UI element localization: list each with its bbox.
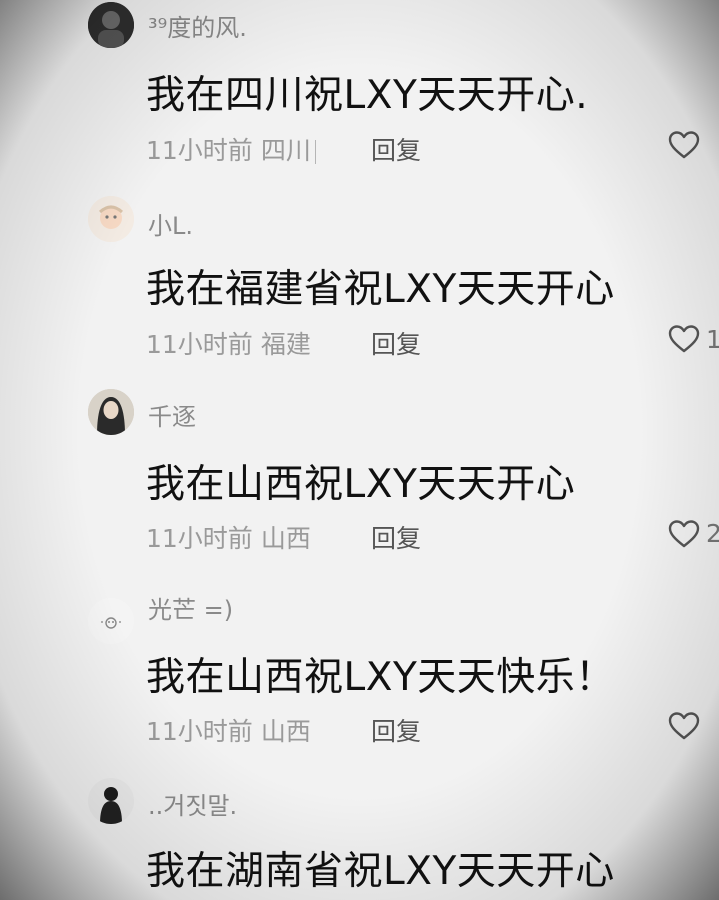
like-button[interactable] <box>668 519 702 551</box>
comment-text: 我在福建省祝LXY天天开心 <box>146 267 615 312</box>
comment-meta: 11小时前 山西 <box>146 712 311 748</box>
heart-icon <box>668 131 700 159</box>
like-button[interactable] <box>668 130 702 162</box>
reply-button[interactable]: 回复 <box>371 131 421 167</box>
comment-text: 我在湖南省祝LXY天天开心 <box>146 849 615 894</box>
photo-vignette <box>0 0 719 900</box>
heart-icon <box>668 712 700 740</box>
comment-time: 11小时前 <box>146 717 253 746</box>
comment-text: 我在山西祝LXY天天开心 <box>146 462 576 507</box>
heart-icon <box>668 520 700 548</box>
comment-meta: 11小时前 山西 <box>146 519 311 555</box>
avatar-image <box>88 196 134 242</box>
comment-time: 11小时前 <box>146 330 253 359</box>
comment-location: 四川 <box>260 136 311 165</box>
meta-divider <box>314 140 317 164</box>
user-avatar[interactable] <box>88 598 134 644</box>
comment-location: 山西 <box>260 524 311 553</box>
user-avatar[interactable] <box>88 389 134 435</box>
user-avatar[interactable] <box>88 778 134 824</box>
reply-button[interactable]: 回复 <box>371 519 421 555</box>
comment-location: 福建 <box>260 330 311 359</box>
user-avatar[interactable] <box>88 196 134 242</box>
username[interactable]: 光芒 =) <box>148 590 233 625</box>
user-avatar[interactable] <box>88 2 134 48</box>
comment-meta: 11小时前 福建 <box>146 325 311 361</box>
username[interactable]: ³⁹度的风. <box>148 8 247 43</box>
avatar-image <box>88 389 134 435</box>
like-button[interactable] <box>668 711 702 743</box>
username[interactable]: ..거짓말. <box>148 786 237 821</box>
like-count: 1 <box>706 325 719 354</box>
username[interactable]: 千逐 <box>148 397 196 432</box>
avatar-image <box>88 2 134 48</box>
reply-button[interactable]: 回复 <box>371 712 421 748</box>
comment-time: 11小时前 <box>146 524 253 553</box>
reply-button[interactable]: 回复 <box>371 325 421 361</box>
avatar-image <box>88 598 134 644</box>
avatar-image <box>88 778 134 824</box>
like-button[interactable] <box>668 324 702 356</box>
like-count: 2 <box>706 519 719 548</box>
username[interactable]: 小L. <box>148 206 193 241</box>
comment-text: 我在四川祝LXY天天开心. <box>146 73 589 118</box>
heart-icon <box>668 325 700 353</box>
comment-text: 我在山西祝LXY天天快乐！ <box>146 655 615 700</box>
comment-location: 山西 <box>260 717 311 746</box>
comment-time: 11小时前 <box>146 136 253 165</box>
comment-meta: 11小时前 四川 <box>146 131 317 167</box>
